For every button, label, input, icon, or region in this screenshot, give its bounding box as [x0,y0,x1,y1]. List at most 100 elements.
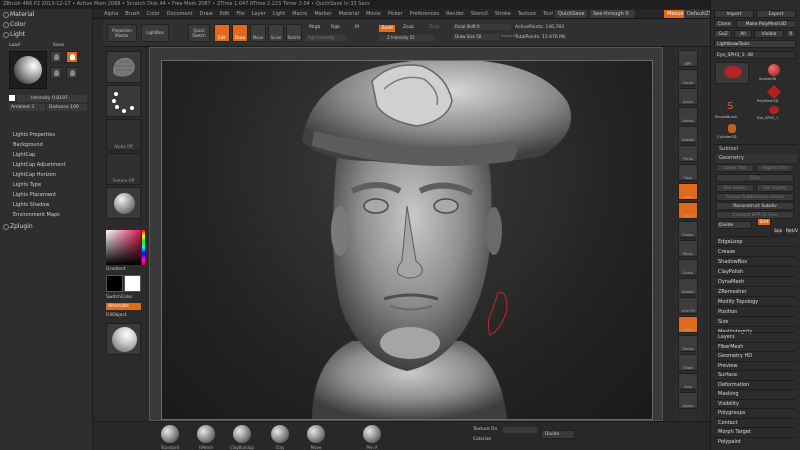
brush-standard-icon[interactable] [161,425,179,443]
current-brush-thumb[interactable] [106,51,141,83]
higher-res-button[interactable]: Higher Res [756,164,794,172]
geometry-dynamesh-section[interactable]: DynaMesh [714,276,796,286]
shelf-floor-button[interactable]: Floor [678,164,698,181]
tool-surface-section[interactable]: Surface [714,370,796,379]
shelf-zoom-button[interactable]: Zoom [678,88,698,105]
shelf-polyf-button[interactable]: PolyF [678,316,698,333]
menu-picker[interactable]: Picker [388,9,403,19]
menu-macro[interactable]: Macro [292,9,307,19]
m-button[interactable]: M [355,25,359,30]
menu-light[interactable]: Light [273,9,285,19]
lightcap-horizon-item[interactable]: LightCap Horizon [13,172,56,178]
tool-thumb-simplebrush[interactable]: S SimpleBrush [715,100,749,122]
tool-masking-section[interactable]: Masking [714,389,796,398]
light-save-button[interactable]: Save [53,43,64,48]
quicksave-button[interactable]: QuickSave [555,10,588,18]
color-palette-header[interactable]: Color [0,20,93,29]
brush-pen-a-icon[interactable] [363,425,381,443]
geometry-crease-section[interactable]: Crease [714,246,796,256]
brush-hpolish-icon[interactable] [197,425,215,443]
alternate-button[interactable]: Alternate [106,303,141,310]
move-button[interactable]: Move [250,24,266,42]
lower-res-button[interactable]: Lower Res [716,164,754,172]
geometry-shadowbox-section[interactable]: ShadowBox [714,256,796,266]
light-bulb-4[interactable] [66,67,78,79]
menu-material[interactable]: Material [339,9,359,19]
tool-polygroups-section[interactable]: Polygroups [714,408,796,417]
shelf-bpr-button[interactable]: BPR [678,50,698,67]
rgb-intensity-slider[interactable]: Rgb Intensity [306,35,346,41]
shelf-solo-button[interactable]: Solo [678,373,698,390]
environment-maps-item[interactable]: Environment Maps [13,212,60,218]
menu-render[interactable]: Render [446,9,464,19]
projection-master-button[interactable]: Projection Master [107,24,137,42]
tool-thumb-eye-2[interactable]: Eye_SPH3_1 [757,106,791,124]
matcap-thumb[interactable] [106,323,141,355]
fill-object-button[interactable]: FillObject [106,313,127,318]
tool-thumb-polymesh[interactable]: PolyMesh3D [757,84,791,106]
geometry-claypolish-section[interactable]: ClayPolish [714,266,796,276]
shelf-actual-button[interactable]: Actual [678,107,698,124]
lightbox-tools-button[interactable]: Lightbox▸Tools [714,40,796,48]
menu-layer[interactable]: Layer [252,9,266,19]
sdiv-slider[interactable]: SDiv [716,174,794,182]
light-bulb-3[interactable] [50,67,62,79]
lights-type-item[interactable]: Lights Type [13,182,41,188]
zcut-button[interactable]: Zcut [429,25,439,30]
material-palette-header[interactable]: Material [0,10,93,19]
main-color-swatch[interactable] [106,275,123,292]
menu-brush[interactable]: Brush [125,9,139,19]
brush-clay-icon[interactable] [271,425,289,443]
lights-properties-item[interactable]: Lights Properties [13,132,55,138]
current-tool-name[interactable]: Eye_SPH3_1. 48 [714,51,796,59]
menu-edit[interactable]: Edit [220,9,230,19]
goz-button[interactable]: GoZ [714,30,732,38]
subtool-header[interactable]: Subtool [715,144,797,153]
geometry-header[interactable]: Geometry [715,154,797,163]
background-item[interactable]: Background [13,142,43,148]
lightbox-button[interactable]: LightBox [141,24,169,42]
geometry-modify-topology-section[interactable]: Modify Topology [714,296,796,306]
tool-contact-section[interactable]: Contact [714,417,796,427]
intensity-slider[interactable]: Intensity 0.8197 [17,95,87,102]
shelf-line-fill-button[interactable]: Line Fill [678,297,698,314]
alpha-thumb[interactable]: Alpha Off [106,119,141,151]
geometry-edgeloop-section[interactable]: EdgeLoop [714,236,796,246]
menu-tool[interactable]: Tool [543,9,553,19]
shelf-move-button[interactable]: Move [678,240,698,257]
texture-slider[interactable] [503,427,537,433]
edit-button[interactable]: Edit [214,24,230,42]
goz-all-button[interactable]: All [734,30,752,38]
tool-layers-section[interactable]: Layers [714,332,796,341]
menu-alpha[interactable]: Alpha [104,9,118,19]
geometry-size-section[interactable]: Size [714,316,796,326]
shelf-ghost-button[interactable]: Ghost [678,354,698,371]
texture-on-button[interactable]: Texture On [473,427,497,432]
brush-move-topological-icon[interactable] [307,425,325,443]
convert-bpr-button[interactable]: Convert BPR To Geo [716,211,794,219]
menu-texture[interactable]: Texture [518,9,536,19]
menu-preferences[interactable]: Preferences [410,9,439,19]
menu-stroke[interactable]: Stroke [495,9,511,19]
lightcap-item[interactable]: LightCap [13,152,35,158]
stroke-thumb[interactable] [106,85,141,117]
zplugin-palette-header[interactable]: Zplugin [0,222,93,231]
menu-document[interactable]: Document [167,9,193,19]
tool-morph-target-section[interactable]: Morph Target [714,427,796,436]
quick-sketch-button[interactable]: Quick Sketch [188,24,210,42]
clone-button[interactable]: Clone [714,20,734,28]
scale-button[interactable]: Scale [268,24,284,42]
del-lower-button[interactable]: Del Lower [716,184,754,192]
divide-button[interactable]: Divide [716,221,752,229]
tool-preview-section[interactable]: Preview [714,360,796,370]
zadd-button[interactable]: Zadd [379,25,395,32]
make-polymesh-button[interactable]: Make PolyMesh3D [736,20,796,28]
tool-thumb-eye[interactable] [715,62,749,84]
menu-color[interactable]: Color [147,9,160,19]
distance-slider[interactable]: Distance 100 [47,104,87,111]
lightcap-adjustment-item[interactable]: LightCap Adjustment [13,162,66,168]
draw-size-slider[interactable]: Draw Size 58 [453,34,499,40]
lights-shadow-item[interactable]: Lights Shadow [13,202,49,208]
smt-toggle[interactable]: Smt [757,218,771,226]
gradient-label[interactable]: Gradient [106,267,126,272]
